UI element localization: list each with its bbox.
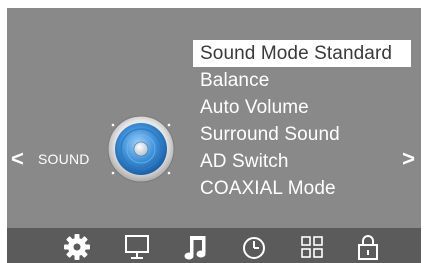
tv-osd-screen: < SOUND Sound Mode Standard Balance Auto… xyxy=(7,8,421,263)
menu-item-sound-mode[interactable]: Sound Mode Standard xyxy=(193,40,411,67)
gear-icon[interactable] xyxy=(62,232,92,262)
menu-item-coaxial-mode[interactable]: COAXIAL Mode xyxy=(193,175,421,202)
menu-item-auto-volume[interactable]: Auto Volume xyxy=(193,94,421,121)
section-title: SOUND xyxy=(38,151,90,167)
clock-icon[interactable] xyxy=(239,232,269,262)
grid-icon[interactable] xyxy=(297,232,327,262)
previous-section-arrow[interactable]: < xyxy=(11,148,24,170)
speaker-icon xyxy=(107,115,175,183)
next-section-arrow[interactable]: > xyxy=(402,148,415,170)
music-note-icon[interactable] xyxy=(182,232,212,262)
menu-item-ad-switch[interactable]: AD Switch xyxy=(193,148,421,175)
lock-icon[interactable] xyxy=(353,232,383,262)
menu-item-balance[interactable]: Balance xyxy=(193,67,421,94)
category-tab-bar xyxy=(7,228,421,263)
sound-menu-panel: < SOUND Sound Mode Standard Balance Auto… xyxy=(7,8,421,228)
sound-settings-menu: Sound Mode Standard Balance Auto Volume … xyxy=(193,40,421,202)
monitor-icon[interactable] xyxy=(122,232,152,262)
menu-item-surround-sound[interactable]: Surround Sound xyxy=(193,121,421,148)
